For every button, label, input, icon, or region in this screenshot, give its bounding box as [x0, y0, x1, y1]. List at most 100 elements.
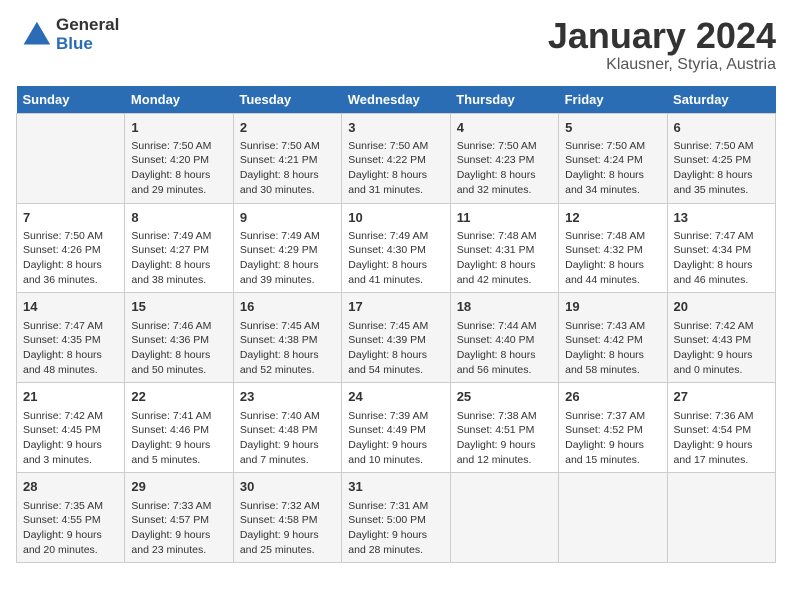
day-info: Sunrise: 7:45 AMSunset: 4:38 PMDaylight:…	[240, 319, 335, 378]
location-title: Klausner, Styria, Austria	[548, 56, 776, 74]
calendar-cell: 4 Sunrise: 7:50 AMSunset: 4:23 PMDaylight…	[450, 113, 558, 203]
day-info: Sunrise: 7:35 AMSunset: 4:55 PMDaylight:…	[23, 499, 118, 558]
day-info: Sunrise: 7:49 AMSunset: 4:27 PMDaylight:…	[131, 229, 226, 288]
day-number: 6	[674, 119, 769, 137]
calendar-cell: 18 Sunrise: 7:44 AMSunset: 4:40 PMDayligh…	[450, 293, 558, 383]
calendar-cell	[559, 473, 667, 563]
calendar-header-cell: Tuesday	[233, 86, 341, 114]
calendar-cell: 10 Sunrise: 7:49 AMSunset: 4:30 PMDayligh…	[342, 203, 450, 293]
day-number: 22	[131, 388, 226, 406]
calendar-cell: 5 Sunrise: 7:50 AMSunset: 4:24 PMDaylight…	[559, 113, 667, 203]
day-info: Sunrise: 7:39 AMSunset: 4:49 PMDaylight:…	[348, 409, 443, 468]
calendar-week-row: 14 Sunrise: 7:47 AMSunset: 4:35 PMDayligh…	[17, 293, 776, 383]
day-info: Sunrise: 7:50 AMSunset: 4:24 PMDaylight:…	[565, 139, 660, 198]
day-info: Sunrise: 7:31 AMSunset: 5:00 PMDaylight:…	[348, 499, 443, 558]
day-number: 7	[23, 209, 118, 227]
month-title: January 2024	[548, 16, 776, 56]
calendar-cell: 13 Sunrise: 7:47 AMSunset: 4:34 PMDayligh…	[667, 203, 775, 293]
day-number: 15	[131, 298, 226, 316]
calendar-cell: 2 Sunrise: 7:50 AMSunset: 4:21 PMDaylight…	[233, 113, 341, 203]
calendar-table: SundayMondayTuesdayWednesdayThursdayFrid…	[16, 86, 776, 564]
day-number: 30	[240, 478, 335, 496]
day-info: Sunrise: 7:42 AMSunset: 4:45 PMDaylight:…	[23, 409, 118, 468]
logo: General Blue	[16, 16, 119, 54]
day-info: Sunrise: 7:47 AMSunset: 4:34 PMDaylight:…	[674, 229, 769, 288]
day-number: 23	[240, 388, 335, 406]
calendar-cell: 29 Sunrise: 7:33 AMSunset: 4:57 PMDayligh…	[125, 473, 233, 563]
logo-icon	[16, 16, 54, 54]
day-info: Sunrise: 7:50 AMSunset: 4:20 PMDaylight:…	[131, 139, 226, 198]
day-number: 10	[348, 209, 443, 227]
day-info: Sunrise: 7:38 AMSunset: 4:51 PMDaylight:…	[457, 409, 552, 468]
day-info: Sunrise: 7:50 AMSunset: 4:21 PMDaylight:…	[240, 139, 335, 198]
day-info: Sunrise: 7:33 AMSunset: 4:57 PMDaylight:…	[131, 499, 226, 558]
calendar-cell: 6 Sunrise: 7:50 AMSunset: 4:25 PMDaylight…	[667, 113, 775, 203]
calendar-cell: 26 Sunrise: 7:37 AMSunset: 4:52 PMDayligh…	[559, 383, 667, 473]
calendar-header-cell: Wednesday	[342, 86, 450, 114]
day-info: Sunrise: 7:49 AMSunset: 4:29 PMDaylight:…	[240, 229, 335, 288]
day-number: 29	[131, 478, 226, 496]
day-info: Sunrise: 7:50 AMSunset: 4:25 PMDaylight:…	[674, 139, 769, 198]
day-info: Sunrise: 7:47 AMSunset: 4:35 PMDaylight:…	[23, 319, 118, 378]
day-info: Sunrise: 7:48 AMSunset: 4:32 PMDaylight:…	[565, 229, 660, 288]
day-info: Sunrise: 7:42 AMSunset: 4:43 PMDaylight:…	[674, 319, 769, 378]
day-info: Sunrise: 7:50 AMSunset: 4:26 PMDaylight:…	[23, 229, 118, 288]
day-number: 27	[674, 388, 769, 406]
calendar-cell: 22Sunrise: 7:41 AMSunset: 4:46 PMDayligh…	[125, 383, 233, 473]
day-number: 12	[565, 209, 660, 227]
day-number: 24	[348, 388, 443, 406]
calendar-cell: 1 Sunrise: 7:50 AMSunset: 4:20 PMDaylight…	[125, 113, 233, 203]
calendar-cell: 17Sunrise: 7:45 AMSunset: 4:39 PMDayligh…	[342, 293, 450, 383]
calendar-cell	[17, 113, 125, 203]
day-number: 14	[23, 298, 118, 316]
day-info: Sunrise: 7:49 AMSunset: 4:30 PMDaylight:…	[348, 229, 443, 288]
calendar-week-row: 1 Sunrise: 7:50 AMSunset: 4:20 PMDaylight…	[17, 113, 776, 203]
logo-general: General	[56, 16, 119, 35]
calendar-cell: 31 Sunrise: 7:31 AMSunset: 5:00 PMDayligh…	[342, 473, 450, 563]
calendar-cell: 15Sunrise: 7:46 AMSunset: 4:36 PMDayligh…	[125, 293, 233, 383]
calendar-header-cell: Friday	[559, 86, 667, 114]
day-number: 28	[23, 478, 118, 496]
calendar-cell: 21 Sunrise: 7:42 AMSunset: 4:45 PMDayligh…	[17, 383, 125, 473]
calendar-cell: 25Sunrise: 7:38 AMSunset: 4:51 PMDayligh…	[450, 383, 558, 473]
calendar-header-cell: Saturday	[667, 86, 775, 114]
day-info: Sunrise: 7:43 AMSunset: 4:42 PMDaylight:…	[565, 319, 660, 378]
calendar-cell: 16Sunrise: 7:45 AMSunset: 4:38 PMDayligh…	[233, 293, 341, 383]
day-number: 26	[565, 388, 660, 406]
day-number: 18	[457, 298, 552, 316]
day-number: 4	[457, 119, 552, 137]
calendar-header-cell: Monday	[125, 86, 233, 114]
day-info: Sunrise: 7:48 AMSunset: 4:31 PMDaylight:…	[457, 229, 552, 288]
day-info: Sunrise: 7:36 AMSunset: 4:54 PMDaylight:…	[674, 409, 769, 468]
calendar-header-cell: Sunday	[17, 86, 125, 114]
day-info: Sunrise: 7:50 AMSunset: 4:22 PMDaylight:…	[348, 139, 443, 198]
day-number: 31	[348, 478, 443, 496]
page-header: General Blue January 2024 Klausner, Styr…	[16, 16, 776, 74]
calendar-cell: 9Sunrise: 7:49 AMSunset: 4:29 PMDaylight…	[233, 203, 341, 293]
day-number: 19	[565, 298, 660, 316]
calendar-cell: 3Sunrise: 7:50 AMSunset: 4:22 PMDaylight…	[342, 113, 450, 203]
calendar-week-row: 21 Sunrise: 7:42 AMSunset: 4:45 PMDayligh…	[17, 383, 776, 473]
calendar-cell: 27 Sunrise: 7:36 AMSunset: 4:54 PMDayligh…	[667, 383, 775, 473]
calendar-cell: 19 Sunrise: 7:43 AMSunset: 4:42 PMDayligh…	[559, 293, 667, 383]
title-block: January 2024 Klausner, Styria, Austria	[548, 16, 776, 74]
calendar-week-row: 7 Sunrise: 7:50 AMSunset: 4:26 PMDaylight…	[17, 203, 776, 293]
logo-blue: Blue	[56, 35, 119, 54]
day-number: 2	[240, 119, 335, 137]
day-number: 13	[674, 209, 769, 227]
day-number: 1	[131, 119, 226, 137]
day-number: 11	[457, 209, 552, 227]
day-number: 5	[565, 119, 660, 137]
calendar-header-cell: Thursday	[450, 86, 558, 114]
calendar-cell: 24 Sunrise: 7:39 AMSunset: 4:49 PMDayligh…	[342, 383, 450, 473]
day-number: 20	[674, 298, 769, 316]
day-info: Sunrise: 7:32 AMSunset: 4:58 PMDaylight:…	[240, 499, 335, 558]
day-number: 17	[348, 298, 443, 316]
calendar-cell: 12 Sunrise: 7:48 AMSunset: 4:32 PMDayligh…	[559, 203, 667, 293]
calendar-cell: 20 Sunrise: 7:42 AMSunset: 4:43 PMDayligh…	[667, 293, 775, 383]
day-number: 21	[23, 388, 118, 406]
day-info: Sunrise: 7:44 AMSunset: 4:40 PMDaylight:…	[457, 319, 552, 378]
day-info: Sunrise: 7:50 AMSunset: 4:23 PMDaylight:…	[457, 139, 552, 198]
calendar-body: 1 Sunrise: 7:50 AMSunset: 4:20 PMDaylight…	[17, 113, 776, 563]
day-info: Sunrise: 7:37 AMSunset: 4:52 PMDaylight:…	[565, 409, 660, 468]
